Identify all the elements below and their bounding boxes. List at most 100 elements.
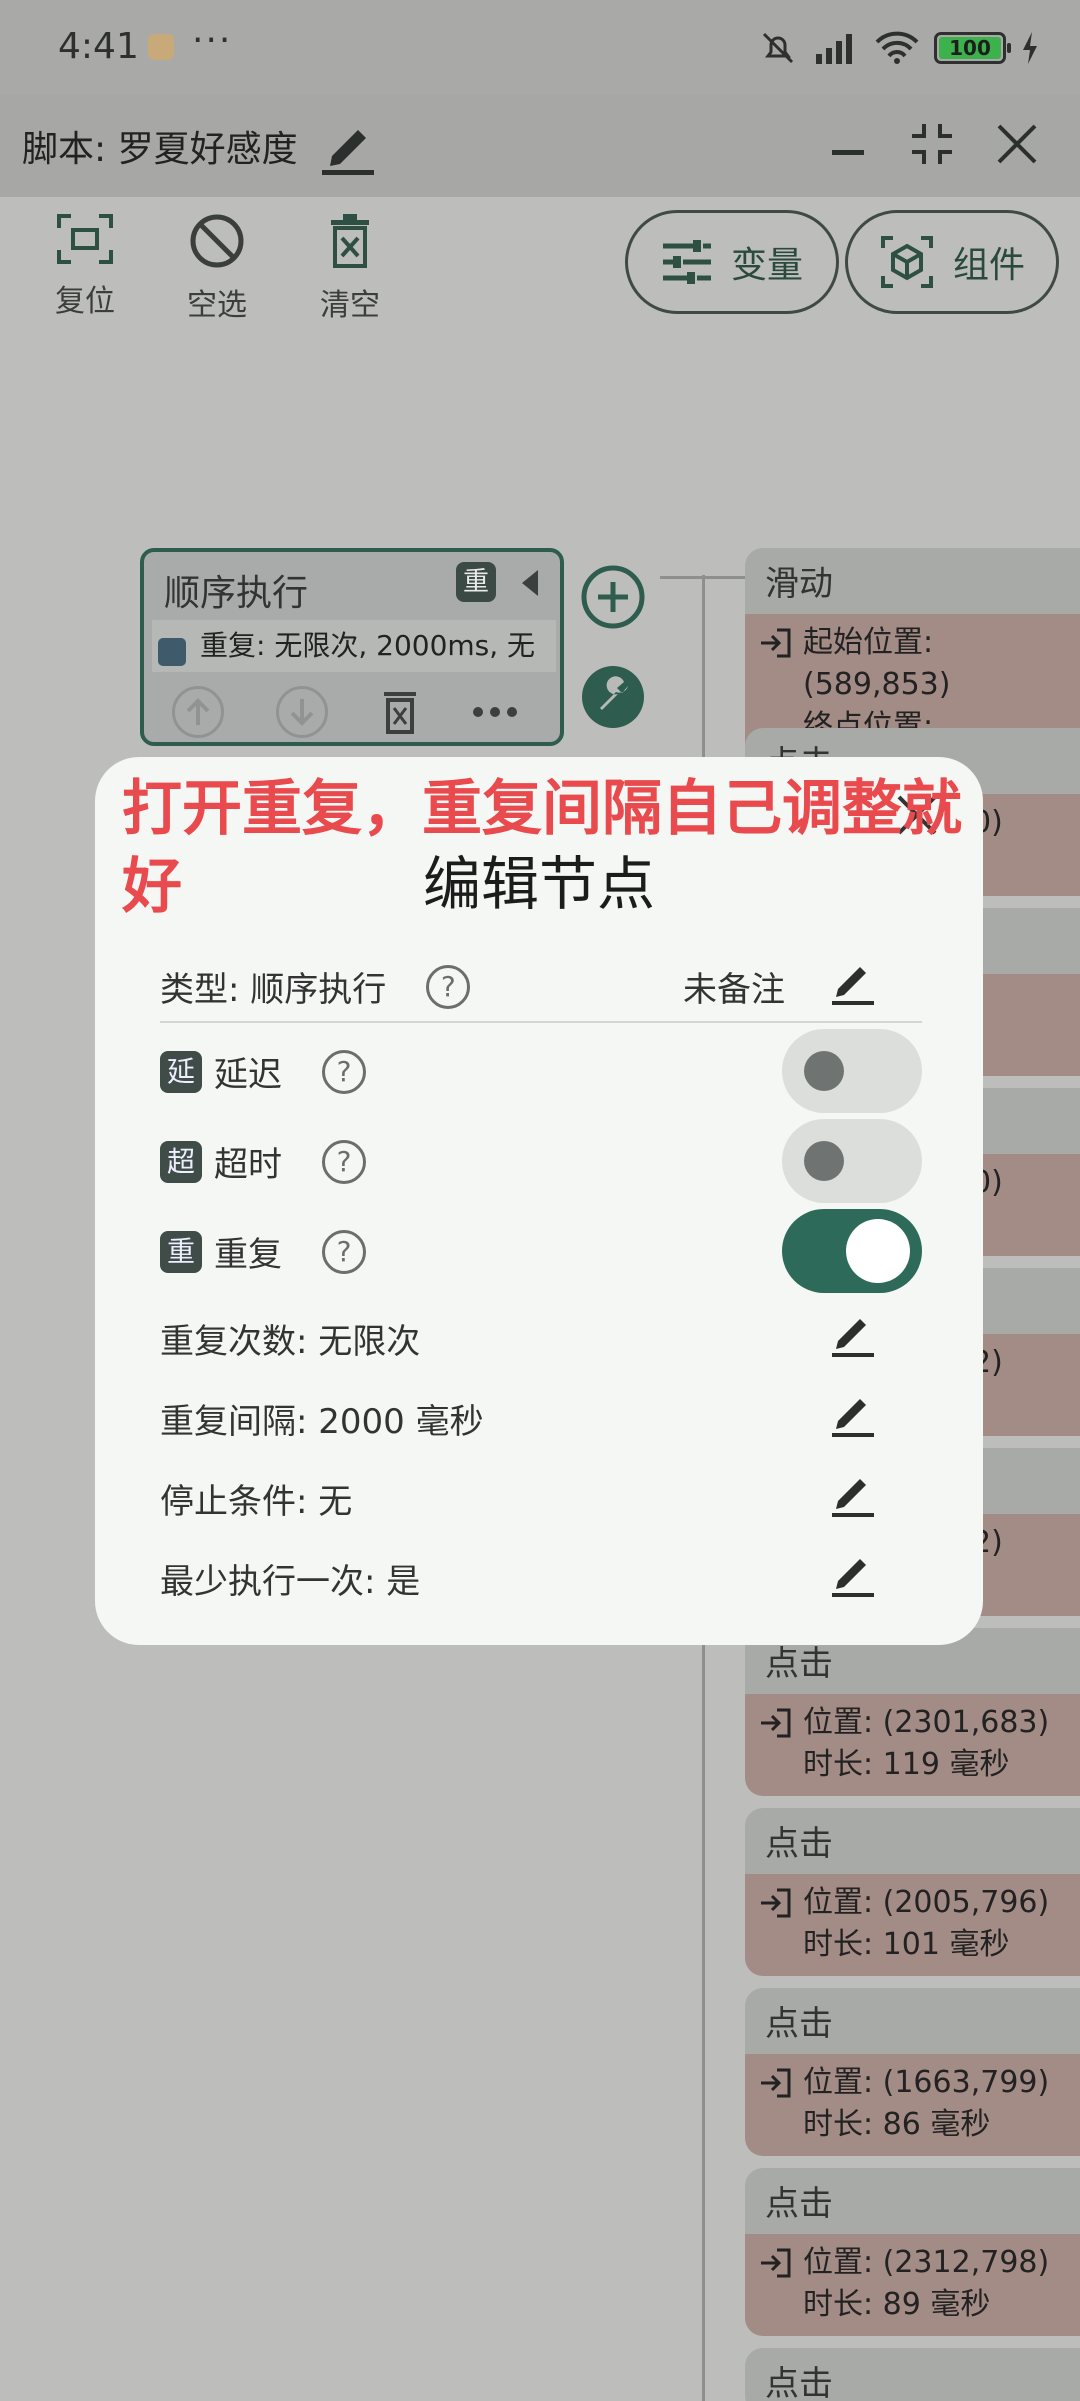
more-options-icon[interactable] [472, 706, 518, 718]
annotation-text: 打开重复，重复间隔自己调整就好 [122, 774, 962, 922]
delay-label: 延迟 [214, 1055, 282, 1095]
action-node-title: 点击 [745, 2348, 1080, 2401]
edit-title-icon[interactable] [318, 112, 378, 176]
action-node[interactable]: 点击 位置: (2312,798) 时长: 89 毫秒 [745, 2168, 1080, 2336]
reset-view-icon [57, 214, 113, 264]
help-icon[interactable]: ? [322, 1049, 366, 1094]
move-up-button[interactable] [172, 686, 224, 738]
action-node-line: 时长: 89 毫秒 [803, 2287, 991, 2322]
sequence-node[interactable]: 顺序执行 重 重复: 无限次, 2000ms, 无 [140, 548, 564, 746]
close-window-button[interactable] [985, 112, 1049, 176]
trash-icon [331, 214, 369, 268]
connector-line-horizontal [660, 576, 748, 579]
edit-remark-icon[interactable] [830, 955, 876, 1007]
action-node-title: 滑动 [745, 548, 1080, 614]
delete-node-icon[interactable] [380, 688, 420, 736]
timeout-chip: 超 [160, 1140, 202, 1183]
arrow-up-icon [186, 698, 210, 725]
block-icon [190, 214, 244, 268]
close-icon [997, 124, 1037, 164]
wrench-icon[interactable] [580, 664, 646, 730]
node-actions [172, 686, 518, 738]
components-button[interactable]: 组件 [845, 210, 1059, 314]
gear-icon [158, 638, 186, 666]
action-node[interactable]: 点击位置: (2005,796) 时长: 101 毫秒 [745, 1808, 1080, 1976]
clear-button[interactable]: 清空 [295, 212, 405, 324]
status-time: 4:41 [58, 26, 139, 67]
action-node-line: 时长: 101 毫秒 [803, 1927, 1010, 1962]
timeout-row: 超 超时 ? [160, 1137, 366, 1186]
repeat-chip: 重 [160, 1230, 202, 1273]
more-notifications-icon: ··· [192, 20, 233, 61]
action-node-title: 点击 [745, 1808, 1080, 1874]
script-title: 脚本: 罗夏好感度 [22, 129, 298, 170]
delay-toggle[interactable] [782, 1029, 922, 1113]
status-icons: 100 [758, 28, 1040, 68]
variables-label: 变量 [730, 245, 803, 286]
enter-icon [761, 2248, 791, 2278]
type-label: 类型: 顺序执行 [160, 970, 387, 1010]
help-icon[interactable]: ? [426, 964, 471, 1009]
minimize-button[interactable] [820, 112, 876, 168]
charging-icon [1023, 32, 1037, 64]
reset-label: 复位 [55, 284, 115, 319]
variables-button[interactable]: 变量 [625, 210, 839, 314]
node-description: 重复: 无限次, 2000ms, 无 [152, 620, 556, 672]
remark-label: 未备注 [683, 970, 785, 1010]
empty-select-button[interactable]: 空选 [162, 212, 272, 324]
clear-label: 清空 [320, 288, 380, 323]
edit-repeat-count-icon[interactable] [830, 1307, 876, 1359]
action-node[interactable]: 点击 [745, 2348, 1080, 2401]
toggle-knob [846, 1219, 910, 1283]
collapse-arrow-icon[interactable] [518, 568, 542, 598]
battery-icon: 100 [934, 32, 1011, 64]
help-icon[interactable]: ? [322, 1139, 366, 1184]
enter-icon [761, 628, 791, 658]
type-row: 类型: 顺序执行 ? [160, 962, 471, 1011]
cube-icon [880, 236, 933, 288]
action-node-line: 时长: 86 毫秒 [803, 2107, 991, 2142]
action-node-line: 位置: (2005,796) [803, 1885, 1050, 1920]
app-notification-icon [148, 34, 174, 60]
repeat-badge: 重 [456, 562, 496, 602]
toggle-knob [804, 1141, 844, 1181]
repeat-interval: 重复间隔: 2000 毫秒 [160, 1402, 484, 1442]
action-node[interactable]: 点击位置: (1663,799) 时长: 86 毫秒 [745, 1988, 1080, 2156]
action-node-line: 位置: (1663,799) [803, 2065, 1050, 2100]
toggle-knob [804, 1051, 844, 1091]
action-node-body: 位置: (2312,798) 时长: 89 毫秒 [745, 2234, 1080, 2336]
action-node-line: 位置: (2301,683) [803, 1705, 1050, 1740]
min-once: 最少执行一次: 是 [160, 1562, 421, 1602]
action-node[interactable]: 点击 位置: (2301,683) 时长: 119 毫秒 [745, 1628, 1080, 1796]
minimize-icon [832, 150, 864, 155]
collapse-button[interactable] [900, 112, 964, 176]
delay-row: 延 延迟 ? [160, 1047, 366, 1096]
repeat-row: 重 重复 ? [160, 1227, 366, 1276]
enter-icon [761, 1708, 791, 1738]
timeout-toggle[interactable] [782, 1119, 922, 1203]
divider [160, 1021, 922, 1023]
wifi-icon [875, 31, 919, 64]
action-node-line: 位置: (2312,798) [803, 2245, 1050, 2280]
edit-min-once-icon[interactable] [830, 1547, 876, 1599]
signal-icon [816, 34, 852, 64]
arrow-down-icon [290, 699, 314, 726]
action-node-line: 时长: 119 毫秒 [803, 1747, 1010, 1782]
add-node-icon[interactable] [580, 564, 646, 630]
action-node-title: 点击 [745, 1988, 1080, 2054]
help-icon[interactable]: ? [322, 1229, 366, 1274]
reset-button[interactable]: 复位 [30, 212, 140, 320]
delay-chip: 延 [160, 1050, 202, 1093]
stop-condition: 停止条件: 无 [160, 1482, 353, 1522]
move-down-button[interactable] [276, 686, 328, 738]
sliders-icon [662, 240, 711, 284]
edit-stop-condition-icon[interactable] [830, 1467, 876, 1519]
enter-icon [761, 1888, 791, 1918]
enter-icon [761, 2068, 791, 2098]
action-node-body: 位置: (2005,796) 时长: 101 毫秒 [745, 1874, 1080, 1976]
action-node-line: 起始位置: (589,853) [803, 625, 951, 702]
repeat-toggle[interactable] [782, 1209, 922, 1293]
mute-bell-icon [762, 32, 794, 64]
edit-repeat-interval-icon[interactable] [830, 1387, 876, 1439]
collapse-icon [912, 124, 952, 164]
